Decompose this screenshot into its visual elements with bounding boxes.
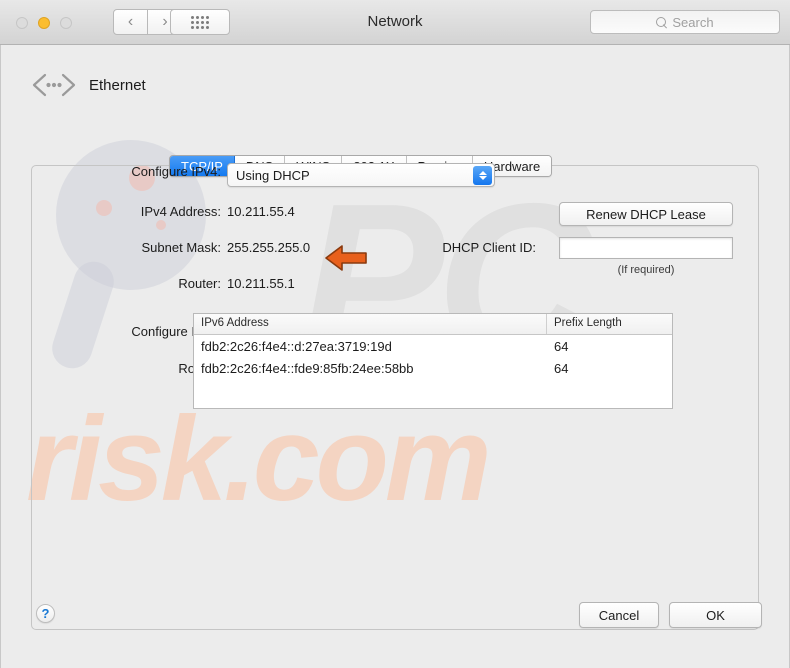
table-row[interactable]: fdb2:2c26:f4e4::d:27ea:3719:19d 64 <box>194 335 672 357</box>
chevron-updown-icon[interactable] <box>473 166 492 185</box>
annotation-arrow-icon <box>323 243 369 273</box>
subnet-mask-value: 255.255.255.0 <box>227 240 311 255</box>
configure-ipv4-popup[interactable]: Using DHCP <box>227 163 495 187</box>
column-header-prefix-length: Prefix Length <box>554 317 622 329</box>
service-name: Ethernet <box>89 76 146 94</box>
help-button[interactable]: ? <box>36 604 55 623</box>
ok-button[interactable]: OK <box>669 602 762 628</box>
window-titlebar: ‹ › Network Search <box>0 0 790 45</box>
dhcp-client-id-input[interactable] <box>559 237 733 259</box>
renew-dhcp-lease-button[interactable]: Renew DHCP Lease <box>559 202 733 226</box>
ok-label: OK <box>706 607 725 623</box>
search-field[interactable]: Search <box>590 10 780 34</box>
configure-ipv4-label: Configure IPv4: <box>131 164 221 179</box>
cell-ipv6-address: fdb2:2c26:f4e4::fde9:85fb:24ee:58bb <box>201 360 414 376</box>
configure-ipv4-value: Using DHCP <box>236 167 310 183</box>
ipv4-address-label: IPv4 Address: <box>140 204 221 219</box>
cancel-button[interactable]: Cancel <box>579 602 659 628</box>
renew-dhcp-lease-label: Renew DHCP Lease <box>586 206 706 222</box>
dhcp-client-id-hint: (If required) <box>617 264 675 276</box>
column-header-ipv6-address: IPv6 Address <box>194 314 547 334</box>
subnet-mask-label: Subnet Mask: <box>141 240 222 255</box>
ipv4-router-label: Router: <box>178 276 221 291</box>
search-icon <box>656 16 667 28</box>
dhcp-client-id-label: DHCP Client ID: <box>442 240 536 255</box>
table-header-row: IPv6 Address Prefix Length <box>194 314 672 335</box>
cancel-label: Cancel <box>598 607 640 623</box>
ipv6-address-table[interactable]: IPv6 Address Prefix Length fdb2:2c26:f4e… <box>193 313 673 409</box>
cell-prefix-length: 64 <box>554 360 569 376</box>
ipv4-address-value: 10.211.55.4 <box>227 204 295 219</box>
cell-prefix-length: 64 <box>554 338 569 354</box>
table-row[interactable]: fdb2:2c26:f4e4::fde9:85fb:24ee:58bb 64 <box>194 357 672 379</box>
cell-ipv6-address: fdb2:2c26:f4e4::d:27ea:3719:19d <box>201 338 392 354</box>
ethernet-icon <box>31 72 77 98</box>
preferences-sheet: PC risk.com Ethernet TCP/IP DNS WINS <box>0 45 790 668</box>
service-header: Ethernet <box>31 72 146 98</box>
ipv4-router-value: 10.211.55.1 <box>227 276 295 291</box>
question-mark-icon: ? <box>41 606 50 621</box>
network-preferences-window: ‹ › Network Search PC risk.com Ethernet … <box>0 0 790 668</box>
search-placeholder: Search <box>672 14 714 30</box>
